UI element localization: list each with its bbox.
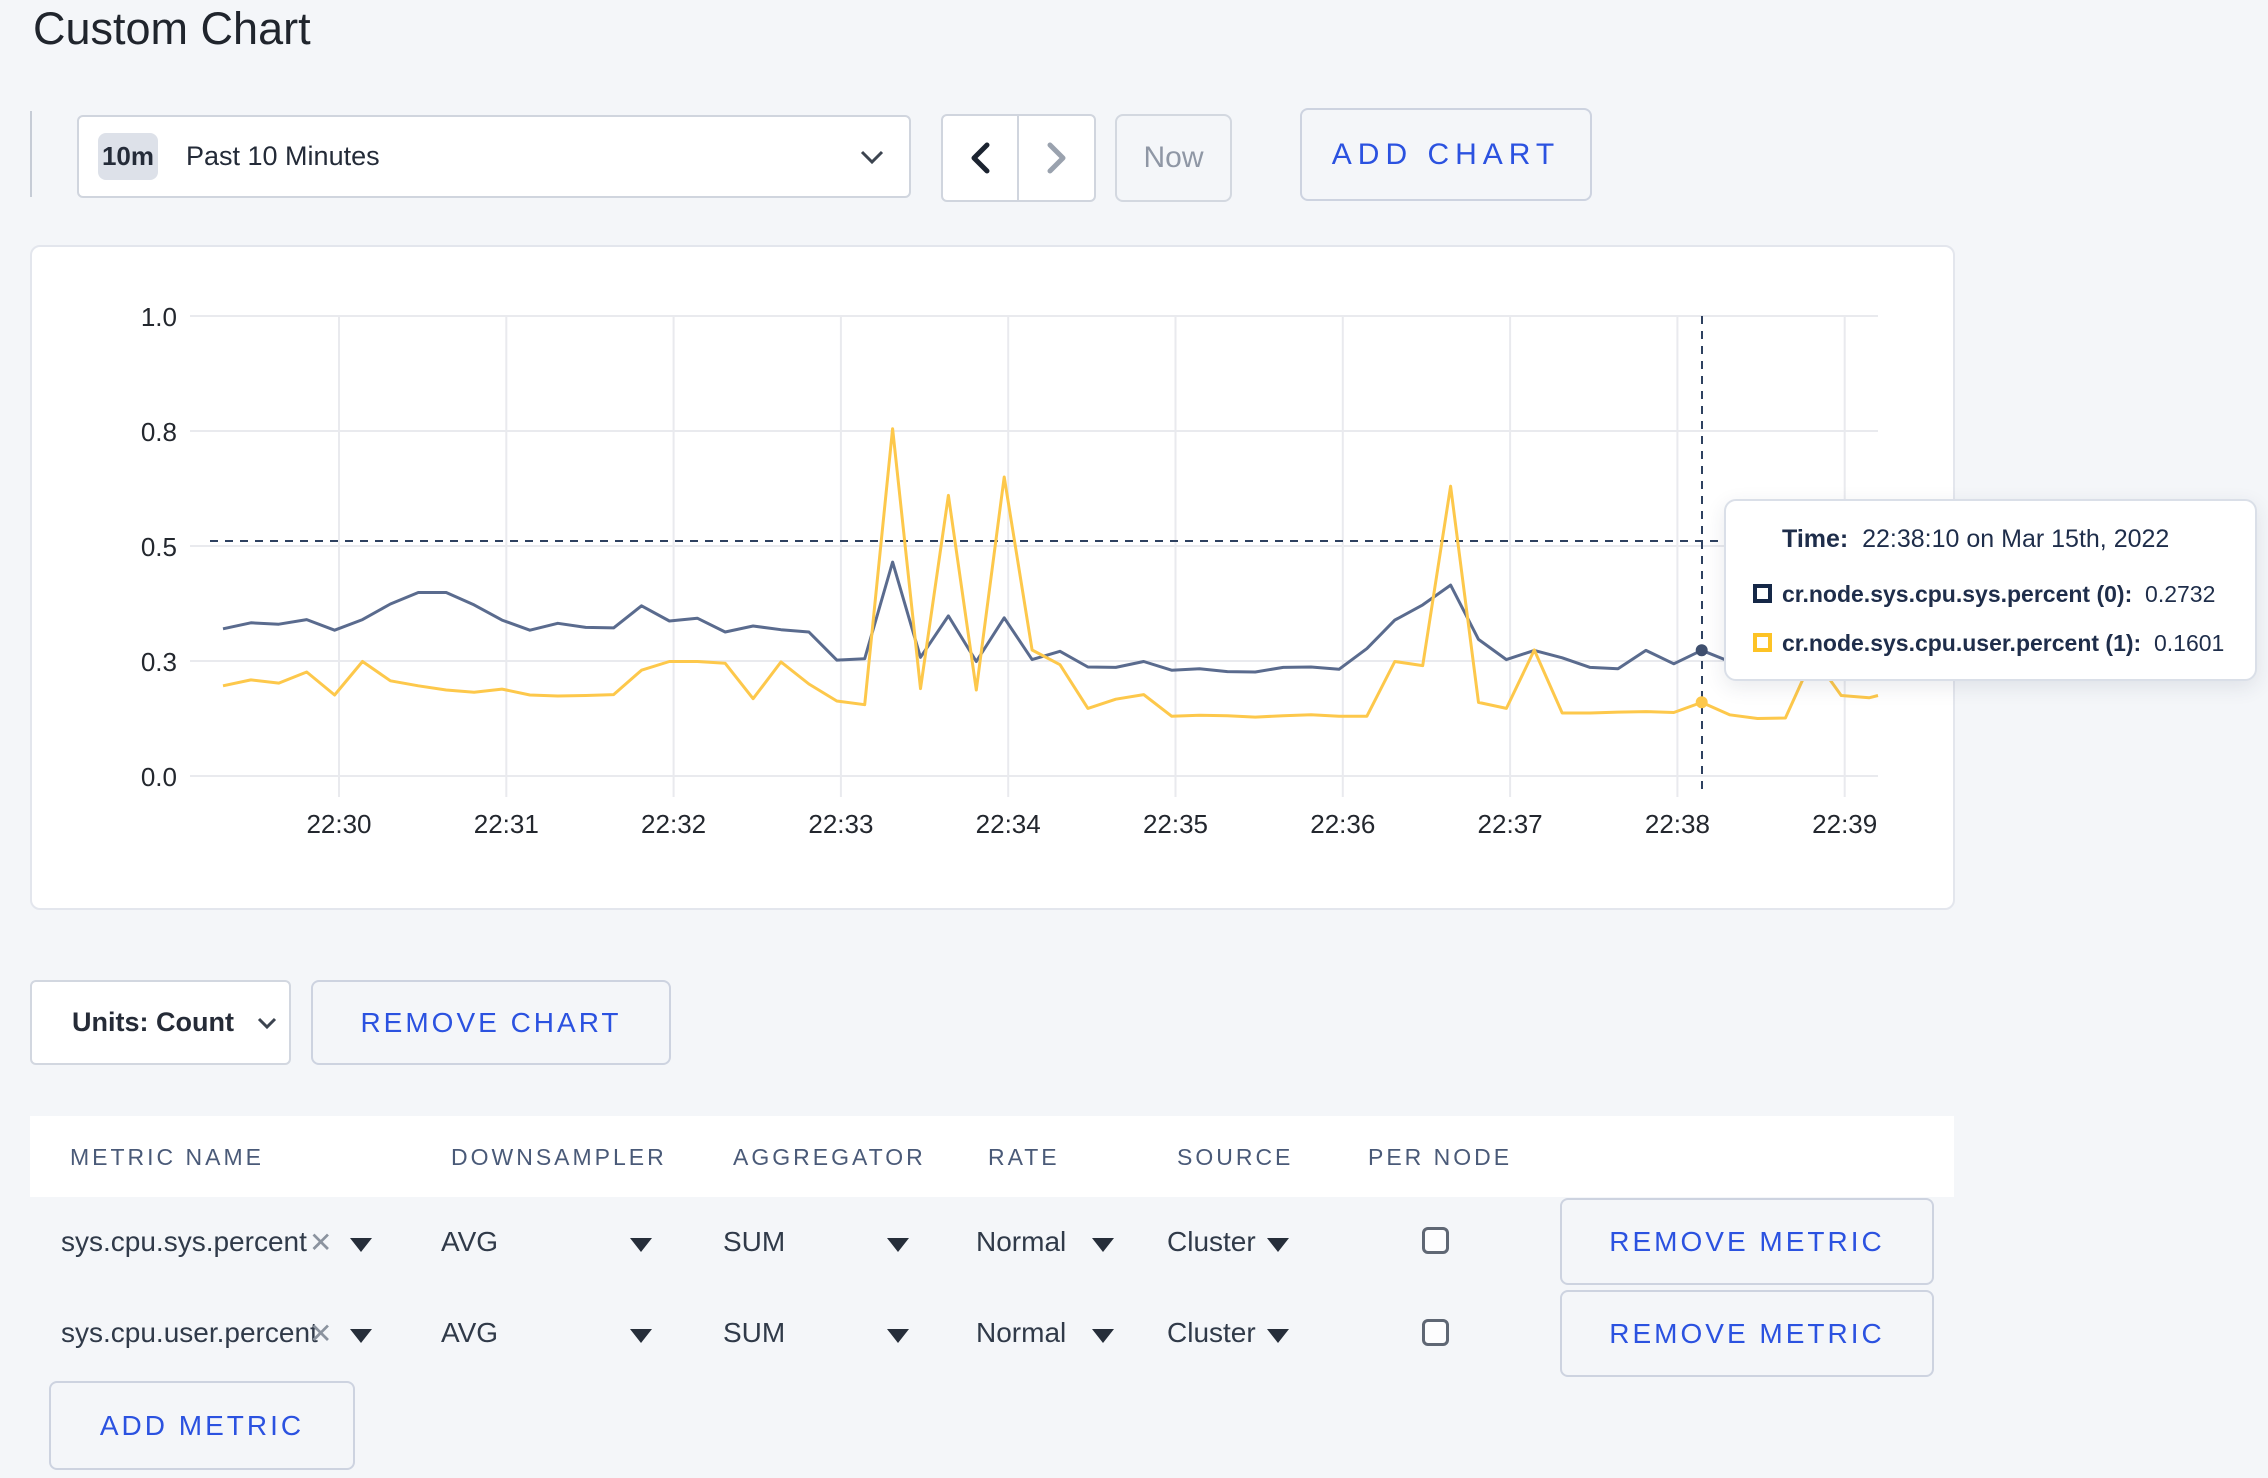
svg-text:22:30: 22:30 <box>306 809 371 839</box>
svg-text:22:33: 22:33 <box>808 809 873 839</box>
svg-text:1.0: 1.0 <box>141 302 177 332</box>
svg-text:0.8: 0.8 <box>141 417 177 447</box>
svg-text:22:37: 22:37 <box>1478 809 1543 839</box>
svg-text:22:34: 22:34 <box>976 809 1041 839</box>
svg-text:0.5: 0.5 <box>141 532 177 562</box>
svg-text:22:36: 22:36 <box>1310 809 1375 839</box>
svg-text:22:31: 22:31 <box>474 809 539 839</box>
svg-text:0.0: 0.0 <box>141 762 177 792</box>
svg-text:22:32: 22:32 <box>641 809 706 839</box>
svg-text:22:38: 22:38 <box>1645 809 1710 839</box>
svg-text:22:39: 22:39 <box>1812 809 1877 839</box>
svg-text:22:35: 22:35 <box>1143 809 1208 839</box>
svg-text:0.3: 0.3 <box>141 647 177 677</box>
